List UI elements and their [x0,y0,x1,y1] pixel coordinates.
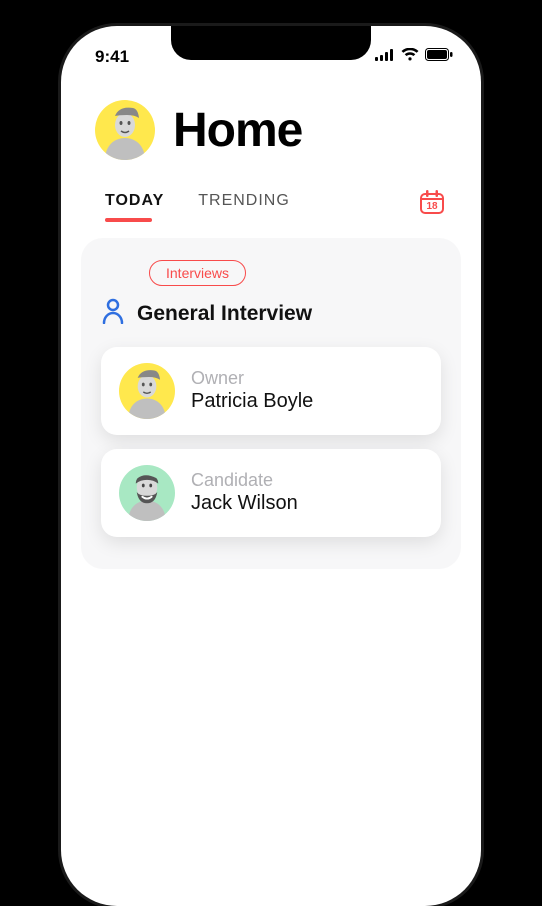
owner-text: Owner Patricia Boyle [191,368,313,415]
owner-name: Patricia Boyle [191,389,313,414]
owner-avatar [119,363,175,419]
signal-icon [375,48,395,66]
calendar-button[interactable]: 18 [417,187,447,217]
page-title: Home [173,103,302,158]
phone-frame: 9:41 Home TODAY T [61,26,481,906]
tab-today[interactable]: TODAY [105,184,164,220]
calendar-icon: 18 [418,188,446,216]
category-pill[interactable]: Interviews [149,260,246,286]
status-time: 9:41 [95,47,129,67]
wifi-icon [401,48,419,66]
svg-text:18: 18 [426,201,438,212]
tab-trending[interactable]: TRENDING [198,184,290,220]
status-icons [375,48,453,66]
user-avatar[interactable] [95,100,155,160]
candidate-role-label: Candidate [191,470,298,492]
card-heading: General Interview [101,298,441,329]
tabs-row: TODAY TRENDING 18 [61,170,481,238]
owner-card[interactable]: Owner Patricia Boyle [101,347,441,435]
interview-card: Interviews General Interview Owner [81,238,461,569]
device-notch [171,26,371,60]
candidate-card[interactable]: Candidate Jack Wilson [101,449,441,537]
person-icon [101,298,125,329]
page-header: Home [61,72,481,170]
card-title: General Interview [137,302,312,326]
candidate-avatar [119,465,175,521]
candidate-name: Jack Wilson [191,491,298,516]
battery-icon [425,48,453,66]
owner-role-label: Owner [191,368,313,390]
candidate-text: Candidate Jack Wilson [191,470,298,517]
